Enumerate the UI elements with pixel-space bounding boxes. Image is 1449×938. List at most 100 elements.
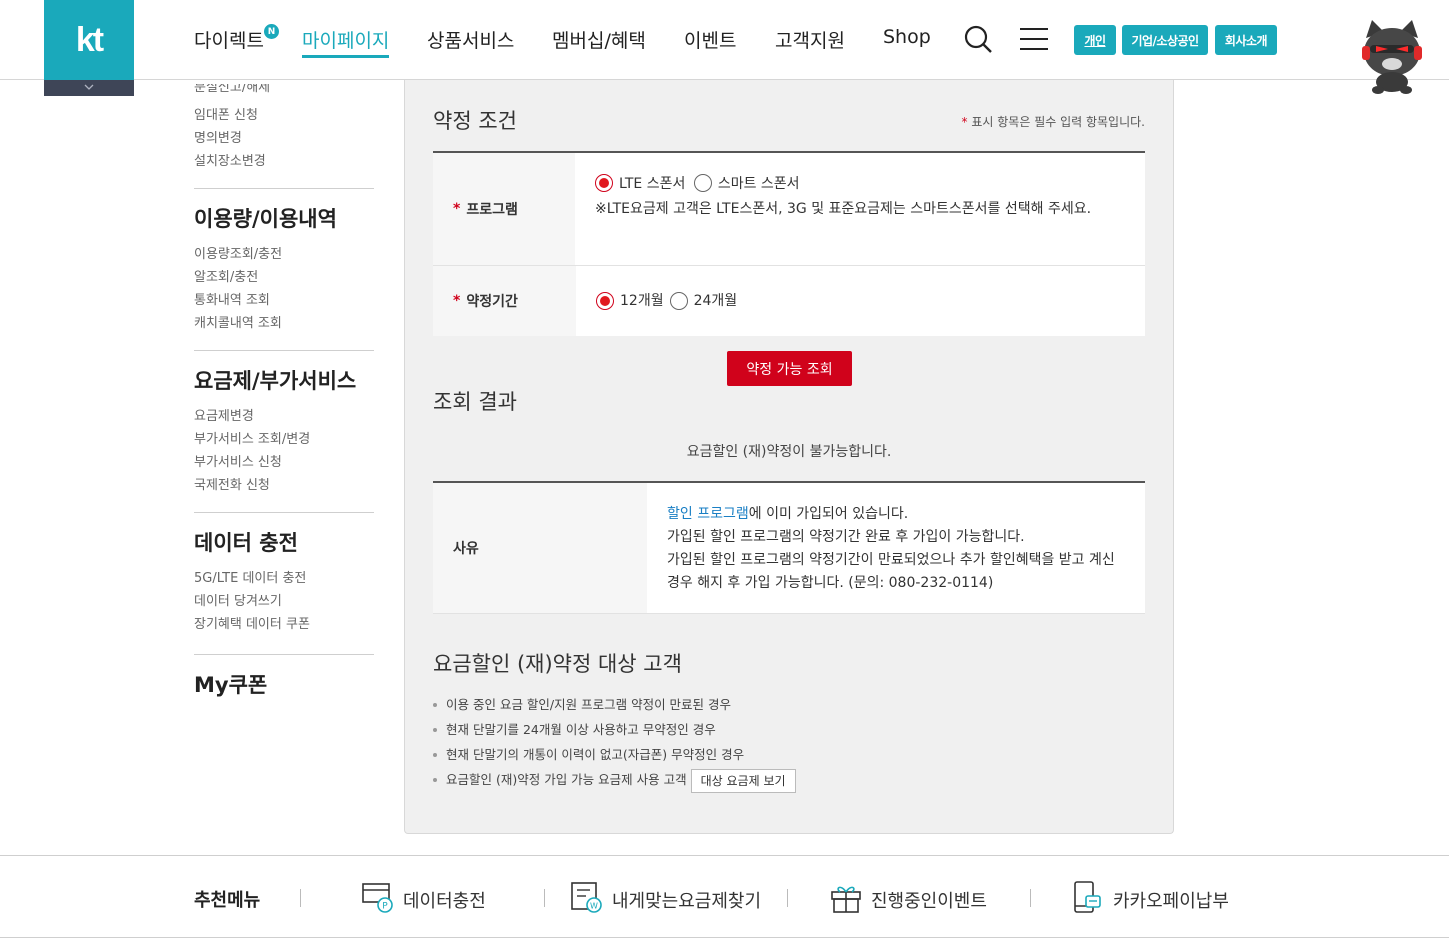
- reason-line3: 가입된 할인 프로그램의 약정기간이 만료되었으나 추가 할인혜택을 받고 계신…: [667, 552, 1115, 591]
- side-nav-item[interactable]: 국제전화 신청: [194, 474, 374, 497]
- recommend-data-charge[interactable]: P 데이터충전: [361, 880, 486, 919]
- side-nav-section-data[interactable]: 데이터 충전: [194, 527, 374, 557]
- recommend-events[interactable]: 진행중인이벤트: [829, 880, 987, 919]
- side-nav-item[interactable]: 부가서비스 조회/변경: [194, 428, 374, 451]
- nav-products[interactable]: 상품서비스: [427, 26, 514, 53]
- side-nav-item[interactable]: 요금제변경: [194, 405, 374, 428]
- reason-label: 사유: [433, 483, 647, 613]
- chevron-down-icon: [84, 83, 94, 93]
- nav-membership[interactable]: 멤버십/혜택: [552, 26, 646, 53]
- recommend-bar: 추천메뉴 P 데이터충전 W 내게맞는요금제찾기 진행중인이벤트 카카오페이납부: [0, 855, 1449, 938]
- global-header: kt 다이렉트 N 마이페이지 상품서비스 멤버십/혜택 이벤트 고객지원 Sh…: [0, 0, 1449, 80]
- required-star: *: [961, 115, 968, 129]
- view-plans-button[interactable]: 대상 요금제 보기: [690, 768, 796, 793]
- nav-event[interactable]: 이벤트: [684, 26, 736, 53]
- recommend-title: 추천메뉴: [194, 890, 261, 911]
- recommend-label: 데이터충전: [403, 890, 486, 912]
- logo-text: kt: [75, 20, 104, 59]
- nav-mypage[interactable]: 마이페이지: [302, 26, 390, 58]
- radio-lte-sponsor[interactable]: [595, 174, 613, 192]
- program-link[interactable]: 할인 프로그램: [667, 506, 749, 522]
- side-nav-divider: [194, 350, 374, 351]
- radio-label[interactable]: LTE 스폰서: [619, 176, 685, 192]
- svg-text:W: W: [590, 902, 598, 911]
- side-nav-item[interactable]: 알조회/충전: [194, 266, 374, 289]
- side-nav-item[interactable]: 설치장소변경: [194, 150, 374, 173]
- recommend-plan-finder[interactable]: W 내게맞는요금제찾기: [570, 880, 761, 919]
- recommend-label: 카카오페이납부: [1113, 890, 1229, 912]
- side-nav-item[interactable]: 부가서비스 신청: [194, 451, 374, 474]
- segment-personal[interactable]: 개인: [1074, 25, 1116, 55]
- side-nav-section-plans[interactable]: 요금제/부가서비스: [194, 365, 374, 395]
- nav-shop[interactable]: Shop: [883, 26, 931, 48]
- program-row: * 프로그램 LTE 스폰서 스마트 스폰서 ※LTE요금제 고객은 LTE스폰…: [433, 153, 1145, 266]
- side-nav-item[interactable]: 분실신고/해제: [194, 84, 374, 104]
- target-item: 이용 중인 요금 할인/지원 프로그램 약정이 만료된 경우: [433, 692, 1145, 717]
- nav-support[interactable]: 고객지원: [775, 26, 845, 53]
- period-label: * 약정기간: [433, 266, 576, 336]
- data-charge-icon: P: [361, 880, 395, 919]
- gift-icon: [829, 880, 863, 919]
- side-nav-item[interactable]: 데이터 당겨쓰기: [194, 590, 374, 613]
- target-list: 이용 중인 요금 할인/지원 프로그램 약정이 만료된 경우 현재 단말기를 2…: [433, 692, 1145, 793]
- recommend-label: 진행중인이벤트: [871, 890, 987, 912]
- side-nav-divider: [194, 188, 374, 189]
- reason-line2: 가입된 할인 프로그램의 약정기간 완료 후 가입이 가능합니다.: [667, 529, 1025, 545]
- separator: [300, 889, 301, 907]
- required-note: * 표시 항목은 필수 입력 항목입니다.: [962, 113, 1145, 130]
- condition-title: 약정 조건: [433, 109, 517, 133]
- segment-company[interactable]: 회사소개: [1215, 25, 1277, 55]
- side-nav-divider: [194, 512, 374, 513]
- radio-label[interactable]: 12개월: [620, 290, 664, 313]
- radio-12-months[interactable]: [596, 292, 614, 310]
- program-field: LTE 스폰서 스마트 스폰서 ※LTE요금제 고객은 LTE스폰서, 3G 및…: [575, 153, 1145, 265]
- period-field: 12개월 24개월: [576, 266, 1145, 336]
- separator: [1030, 889, 1031, 907]
- separator: [544, 889, 545, 907]
- side-nav-item[interactable]: 장기혜택 데이터 쿠폰: [194, 613, 374, 636]
- target-item: 현재 단말기의 개통이 이력이 없고(자급폰) 무약정인 경우: [433, 742, 1145, 767]
- logo-toggle[interactable]: [44, 80, 134, 96]
- side-nav-item[interactable]: 캐치콜내역 조회: [194, 312, 374, 335]
- new-badge: N: [264, 24, 279, 39]
- required-star: *: [453, 293, 461, 309]
- program-label-text: 프로그램: [466, 202, 518, 218]
- plan-finder-icon: W: [570, 880, 604, 919]
- separator: [787, 889, 788, 907]
- side-nav-item[interactable]: 명의변경: [194, 127, 374, 150]
- period-label-text: 약정기간: [466, 294, 518, 310]
- side-nav-item[interactable]: 임대폰 신청: [194, 104, 374, 127]
- radio-label[interactable]: 24개월: [694, 290, 738, 313]
- side-nav-section-coupon[interactable]: My쿠폰: [194, 669, 374, 699]
- program-label: * 프로그램: [433, 153, 575, 265]
- segment-business[interactable]: 기업/소상공인: [1122, 25, 1208, 55]
- radio-smart-sponsor[interactable]: [693, 174, 712, 192]
- radio-label[interactable]: 스마트 스폰서: [718, 176, 800, 192]
- target-title: 요금할인 (재)약정 대상 고객: [433, 652, 682, 676]
- reason-line1: 에 이미 가입되어 있습니다.: [748, 506, 909, 522]
- program-note: ※LTE요금제 고객은 LTE스폰서, 3G 및 표준요금제는 스마트스폰서를 …: [595, 201, 1092, 217]
- period-row: * 약정기간 12개월 24개월: [433, 266, 1145, 336]
- side-nav-item[interactable]: 통화내역 조회: [194, 289, 374, 312]
- side-nav-item[interactable]: 5G/LTE 데이터 충전: [194, 567, 374, 590]
- nav-direct[interactable]: 다이렉트: [194, 26, 264, 53]
- reason-content: 할인 프로그램에 이미 가입되어 있습니다. 가입된 할인 프로그램의 약정기간…: [647, 483, 1145, 613]
- result-message: 요금할인 (재)약정이 불가능합니다.: [686, 444, 892, 460]
- search-icon[interactable]: [963, 24, 993, 58]
- menu-icon[interactable]: [1020, 27, 1048, 55]
- kt-logo[interactable]: kt: [44, 0, 134, 80]
- side-nav-divider: [194, 654, 374, 655]
- condition-form: * 프로그램 LTE 스폰서 스마트 스폰서 ※LTE요금제 고객은 LTE스폰…: [433, 151, 1145, 336]
- side-nav-section-usage[interactable]: 이용량/이용내역: [194, 203, 374, 233]
- recommend-label: 내게맞는요금제찾기: [612, 890, 762, 912]
- side-nav-item[interactable]: 이용량조회/충전: [194, 243, 374, 266]
- recommend-kakaopay[interactable]: 카카오페이납부: [1071, 880, 1229, 919]
- result-title: 조회 결과: [433, 390, 517, 414]
- svg-text:P: P: [382, 902, 388, 912]
- target-item: 현재 단말기를 24개월 이상 사용하고 무약정인 경우: [433, 717, 1145, 742]
- mascot-character[interactable]: [1356, 16, 1428, 96]
- target-item: 요금할인 (재)약정 가입 가능 요금제 사용 고객 대상 요금제 보기: [433, 767, 1145, 793]
- radio-24-months[interactable]: [669, 292, 688, 310]
- required-note-text: 표시 항목은 필수 입력 항목입니다.: [971, 115, 1145, 129]
- query-button[interactable]: 약정 가능 조회: [727, 351, 852, 386]
